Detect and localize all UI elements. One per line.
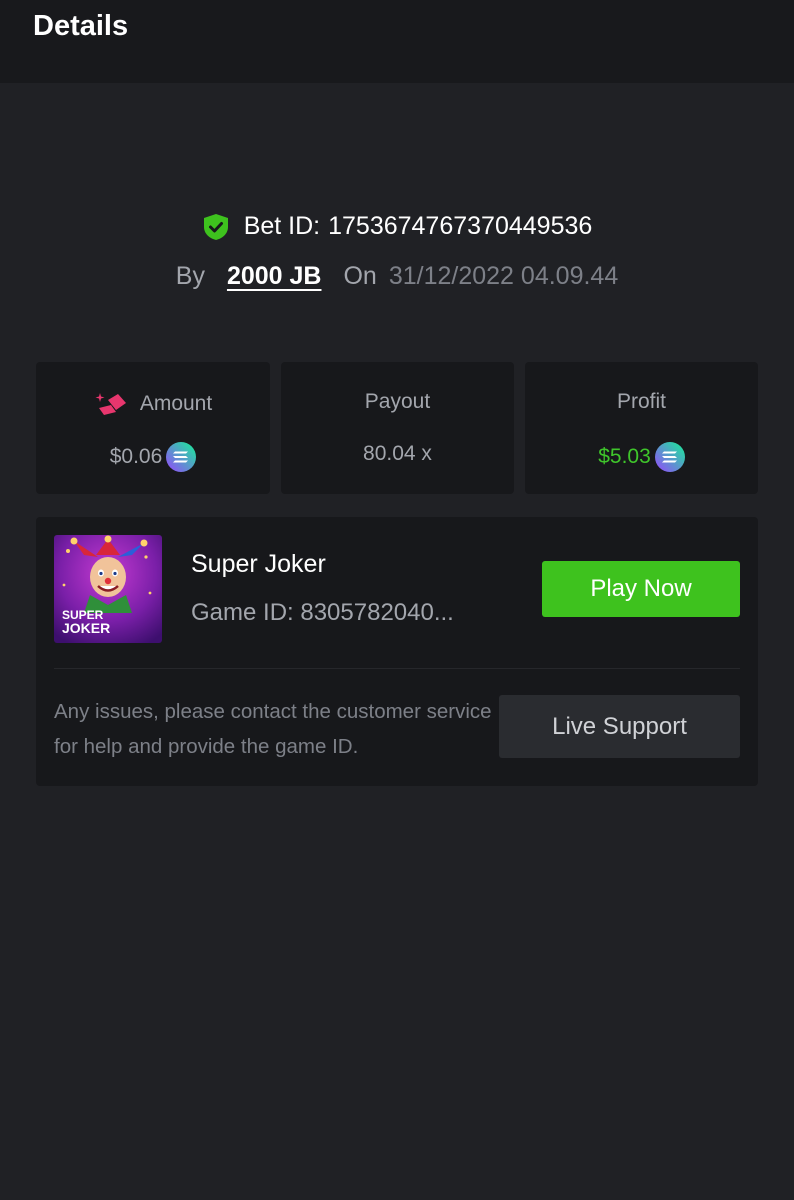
header-bar: Details (0, 0, 794, 83)
amount-icon (95, 393, 126, 415)
user-link[interactable]: 2000 JB (227, 262, 322, 291)
solana-coin-icon (166, 442, 197, 472)
amount-card: Amount $0.06 (36, 362, 270, 494)
payout-label: Payout (364, 390, 431, 413)
by-label: By (175, 262, 205, 290)
page-title: Details (33, 10, 129, 42)
solana-coin-icon (654, 442, 685, 472)
play-now-button[interactable]: Play Now (542, 561, 740, 617)
live-support-button[interactable]: Live Support (499, 695, 740, 758)
bet-id-label: Bet ID: (243, 212, 321, 240)
game-thumbnail[interactable]: SUPER JOKER (54, 535, 162, 643)
help-text: Any issues, please contact the customer … (54, 700, 492, 758)
divider (54, 668, 740, 669)
payout-value-row: 80.04 x (281, 442, 514, 466)
profit-value-row: $5.03 (525, 442, 758, 472)
payout-card: Payout 80.04 x (281, 362, 514, 494)
profit-header: Profit (525, 390, 758, 414)
payout-header: Payout (281, 390, 514, 414)
payout-value: 80.04 x (363, 442, 432, 465)
game-name: Super Joker (191, 550, 326, 578)
profit-card: Profit $5.03 (525, 362, 758, 494)
bet-datetime: 31/12/2022 04.09.44 (388, 262, 619, 290)
profit-label: Profit (616, 390, 666, 413)
amount-value-row: $0.06 (36, 442, 270, 472)
shield-check-icon (203, 213, 228, 240)
bet-id-value: 1753674767370449536 (328, 212, 593, 240)
amount-label: Amount (139, 392, 213, 415)
thumb-title-line2: JOKER (62, 620, 110, 636)
on-label: On (343, 262, 377, 290)
amount-value: $0.06 (109, 445, 163, 468)
game-card: SUPER JOKER Super Joker Game ID: 8305782… (36, 517, 758, 786)
game-id: Game ID: 8305782040... (191, 599, 454, 626)
bet-meta-row: By 2000 JB On 31/12/2022 04.09.44 (0, 262, 794, 291)
bet-id-row: Bet ID: 1753674767370449536 (0, 212, 794, 241)
amount-header: Amount (36, 390, 270, 418)
profit-value: $5.03 (598, 445, 651, 468)
joker-thumbnail-art: SUPER JOKER (54, 535, 162, 643)
